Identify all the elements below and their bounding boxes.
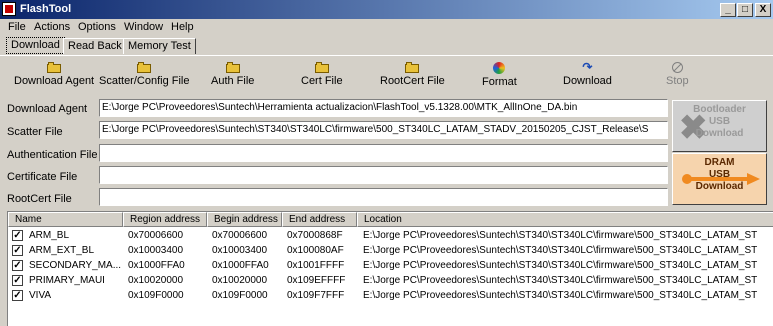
row-begin-address: 0x1000FFA0: [212, 260, 269, 271]
auth-file-label: Auth File: [211, 75, 255, 87]
scatter-file-field[interactable]: E:\Jorge PC\Proveedores\Suntech\ST340\ST…: [99, 121, 668, 139]
row-location: E:\Jorge PC\Proveedores\Suntech\ST340\ST…: [363, 290, 758, 301]
table-row[interactable]: ✓ SECONDARY_MA... 0x1000FFA0 0x1000FFA0 …: [8, 258, 773, 273]
dram-usb-download-button[interactable]: DRAM USB Download: [672, 153, 767, 205]
download-button[interactable]: ↷ Download: [563, 60, 612, 87]
folder-icon: [405, 62, 420, 73]
row-checkbox[interactable]: ✓: [12, 260, 23, 271]
menu-actions[interactable]: Actions: [34, 21, 70, 33]
cert-file-label: Cert File: [301, 75, 343, 87]
authentication-file-field-label: Authentication File: [7, 149, 98, 161]
row-region-address: 0x10020000: [128, 275, 184, 286]
row-location: E:\Jorge PC\Proveedores\Suntech\ST340\ST…: [363, 260, 758, 271]
menu-bar: File Actions Options Window Help: [0, 19, 773, 37]
column-name[interactable]: Name: [8, 212, 123, 227]
menu-options[interactable]: Options: [78, 21, 116, 33]
row-name: ARM_BL: [29, 230, 70, 241]
column-end-address[interactable]: End address: [282, 212, 357, 227]
format-label: Format: [482, 76, 517, 88]
row-region-address: 0x1000FFA0: [128, 260, 185, 271]
download-icon: ↷: [582, 60, 593, 74]
rootcert-file-button[interactable]: RootCert File: [380, 62, 445, 87]
bootloader-usb-download-label: Bootloader USB Download: [693, 104, 746, 139]
format-icon: [493, 62, 506, 74]
stop-button[interactable]: Stop: [666, 62, 689, 87]
folder-icon: [225, 62, 240, 73]
row-location: E:\Jorge PC\Proveedores\Suntech\ST340\ST…: [363, 275, 758, 286]
certificate-file-field[interactable]: [99, 166, 668, 184]
row-begin-address: 0x109F0000: [212, 290, 268, 301]
bootloader-usb-download-button[interactable]: ✖ Bootloader USB Download: [672, 100, 767, 152]
row-region-address: 0x109F0000: [128, 290, 184, 301]
table-row[interactable]: ✓ ARM_EXT_BL 0x10003400 0x10003400 0x100…: [8, 243, 773, 258]
row-location: E:\Jorge PC\Proveedores\Suntech\ST340\ST…: [363, 245, 758, 256]
row-end-address: 0x109F7FFF: [287, 290, 345, 301]
download-agent-button[interactable]: Download Agent: [14, 62, 94, 87]
window-title: FlashTool: [20, 3, 72, 15]
row-location: E:\Jorge PC\Proveedores\Suntech\ST340\ST…: [363, 230, 758, 241]
row-end-address: 0x7000868F: [287, 230, 343, 241]
scatter-config-file-button[interactable]: Scatter/Config File: [99, 62, 189, 87]
row-region-address: 0x10003400: [128, 245, 184, 256]
row-checkbox[interactable]: ✓: [12, 275, 23, 286]
close-button[interactable]: X: [755, 3, 771, 17]
download-label: Download: [563, 75, 612, 87]
row-begin-address: 0x10003400: [212, 245, 268, 256]
column-region-address[interactable]: Region address: [123, 212, 207, 227]
download-agent-field[interactable]: E:\Jorge PC\Proveedores\Suntech\Herramie…: [99, 99, 668, 117]
stop-icon: [671, 62, 683, 73]
row-checkbox[interactable]: ✓: [12, 245, 23, 256]
download-agent-field-label: Download Agent: [7, 103, 88, 115]
row-region-address: 0x70006600: [128, 230, 184, 241]
row-checkbox[interactable]: ✓: [12, 230, 23, 241]
row-end-address: 0x109EFFFF: [287, 275, 346, 286]
title-bar: FlashTool _ □ X: [0, 0, 773, 19]
row-name: SECONDARY_MA...: [29, 260, 122, 271]
table-row[interactable]: ✓ ARM_BL 0x70006600 0x70006600 0x7000868…: [8, 228, 773, 243]
menu-help[interactable]: Help: [171, 21, 194, 33]
minimize-button[interactable]: _: [720, 3, 736, 17]
rootcert-file-label: RootCert File: [380, 75, 445, 87]
tab-download[interactable]: Download: [6, 37, 65, 54]
menu-file[interactable]: File: [8, 21, 26, 33]
row-begin-address: 0x10020000: [212, 275, 268, 286]
row-name: VIVA: [29, 290, 52, 301]
app-icon[interactable]: [2, 2, 16, 16]
scatter-config-file-label: Scatter/Config File: [99, 75, 190, 87]
table-row[interactable]: ✓ VIVA 0x109F0000 0x109F0000 0x109F7FFF …: [8, 288, 773, 303]
folder-icon: [314, 62, 329, 73]
row-name: ARM_EXT_BL: [29, 245, 95, 256]
auth-file-button[interactable]: Auth File: [211, 62, 254, 87]
folder-icon: [47, 62, 62, 73]
column-location[interactable]: Location: [357, 212, 773, 227]
row-begin-address: 0x70006600: [212, 230, 268, 241]
table-row[interactable]: ✓ PRIMARY_MAUI 0x10020000 0x10020000 0x1…: [8, 273, 773, 288]
format-button[interactable]: Format: [482, 62, 517, 88]
rootcert-file-field-label: RootCert File: [7, 193, 72, 205]
row-end-address: 0x100080AF: [287, 245, 344, 256]
menu-window[interactable]: Window: [124, 21, 163, 33]
scatter-file-field-label: Scatter File: [7, 126, 63, 138]
cert-file-button[interactable]: Cert File: [301, 62, 343, 87]
dram-usb-download-label: DRAM USB Download: [695, 157, 744, 192]
list-header: Name Region address Begin address End ad…: [8, 212, 773, 227]
maximize-button[interactable]: □: [737, 3, 753, 17]
row-checkbox[interactable]: ✓: [12, 290, 23, 301]
row-end-address: 0x1001FFFF: [287, 260, 345, 271]
folder-icon: [137, 62, 152, 73]
download-agent-label: Download Agent: [14, 75, 95, 87]
rootcert-file-field[interactable]: [99, 188, 668, 206]
region-list[interactable]: Name Region address Begin address End ad…: [7, 211, 773, 326]
authentication-file-field[interactable]: [99, 144, 668, 162]
row-name: PRIMARY_MAUI: [29, 275, 105, 286]
stop-label: Stop: [666, 75, 689, 87]
tab-divider: [0, 55, 773, 56]
certificate-file-field-label: Certificate File: [7, 171, 78, 183]
column-begin-address[interactable]: Begin address: [207, 212, 282, 227]
tab-memory-test[interactable]: Memory Test: [123, 38, 196, 54]
tab-read-back[interactable]: Read Back: [63, 38, 127, 54]
